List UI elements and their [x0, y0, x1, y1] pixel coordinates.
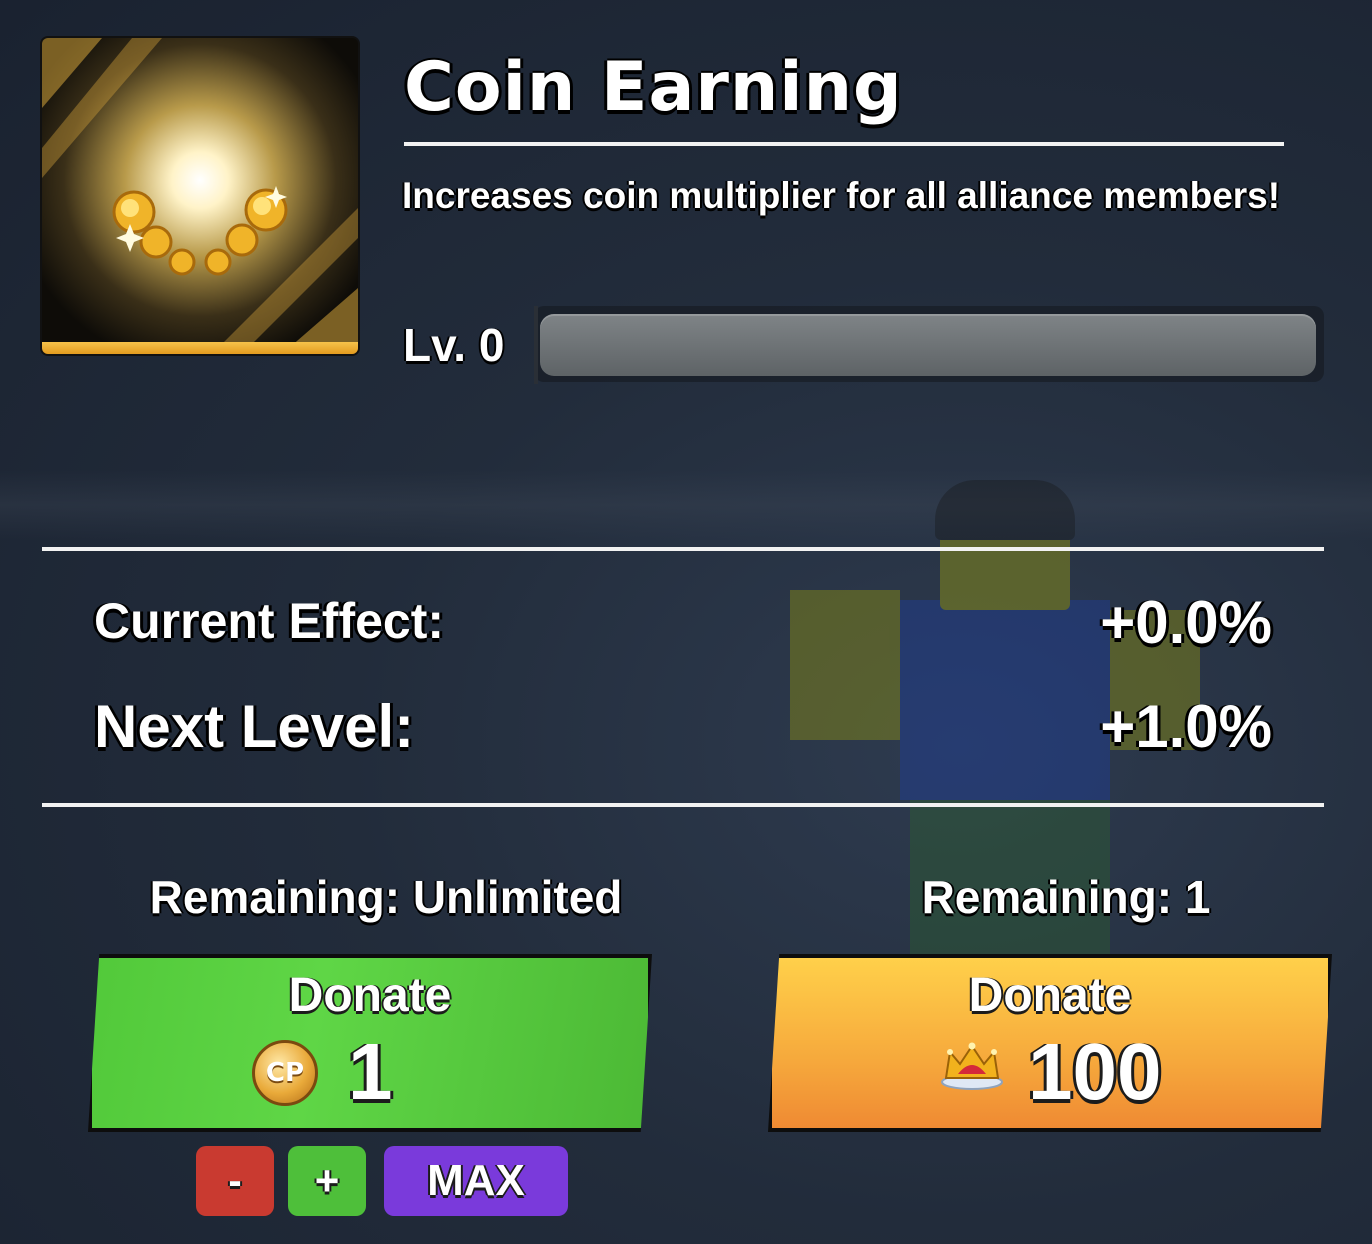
donate-amount: 100 [1028, 1027, 1162, 1116]
coin-earning-icon [40, 36, 360, 356]
remaining-count-label: Remaining: 1 [921, 871, 1211, 923]
cp-coin-icon: CP [252, 1040, 318, 1106]
remaining-unlimited-label: Remaining: Unlimited [149, 871, 623, 923]
next-level-label: Next Level: [94, 693, 415, 760]
max-amount-button[interactable]: MAX [384, 1146, 568, 1216]
upgrade-title: Coin Earning [404, 48, 903, 127]
level-progress-bar [540, 314, 1316, 376]
title-divider [404, 142, 1284, 146]
donate-crowns-button[interactable]: Donate 100 [768, 954, 1332, 1132]
donate-amount: 1 [348, 1027, 393, 1116]
current-effect-value: +0.0% [1100, 589, 1272, 656]
progress-bar-edge [534, 306, 538, 384]
decrease-amount-button[interactable]: - [196, 1146, 274, 1216]
level-label: Lv. 0 [403, 319, 505, 371]
current-effect-label: Current Effect: [94, 593, 445, 649]
donate-label: Donate [968, 969, 1132, 1022]
stats-divider-bottom [42, 803, 1324, 807]
next-level-value: +1.0% [1100, 693, 1272, 760]
stats-divider-top [42, 547, 1324, 551]
increase-amount-button[interactable]: + [288, 1146, 366, 1216]
donate-label: Donate [288, 969, 452, 1022]
donate-coins-button[interactable]: Donate CP 1 [88, 954, 652, 1132]
crown-icon [941, 1042, 1003, 1090]
upgrade-description: Increases coin multiplier for all allian… [402, 175, 1281, 216]
icon-rarity-bar [42, 342, 358, 354]
coins-burst-icon [42, 38, 358, 354]
